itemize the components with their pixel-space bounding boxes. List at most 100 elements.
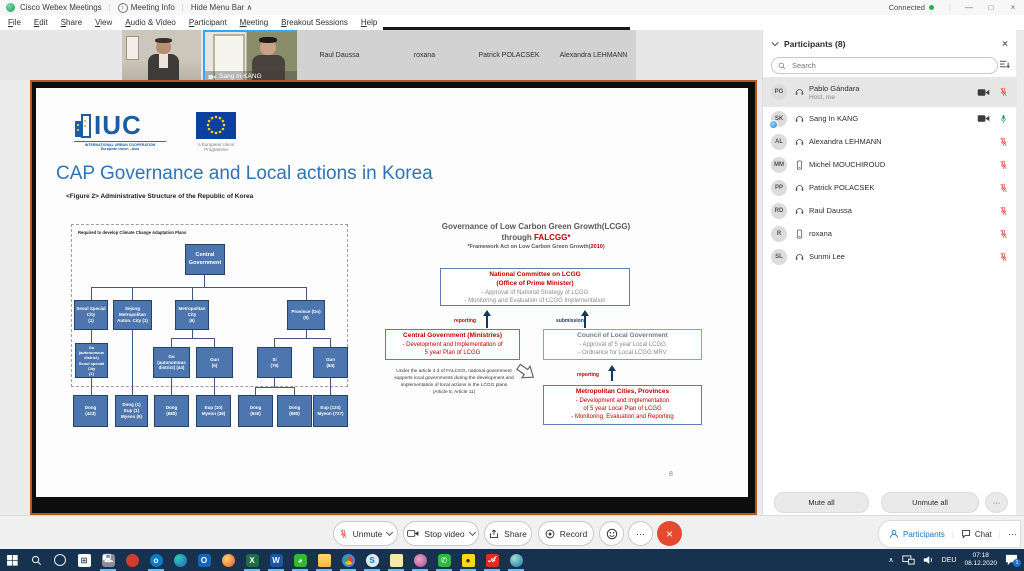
participant-row[interactable]: AL Alexandra LEHMANN	[763, 130, 1017, 153]
mic-muted-icon[interactable]	[999, 182, 1008, 194]
record-button[interactable]: Record	[538, 521, 594, 546]
menu-breakout-sessions[interactable]: Breakout Sessions	[281, 18, 348, 27]
mic-muted-icon[interactable]	[999, 228, 1008, 240]
avatar-initials: PG	[775, 89, 784, 95]
taskbar-icon-webex-teams[interactable]: o	[144, 549, 168, 571]
share-button[interactable]: Share	[484, 521, 532, 546]
taskbar-icon-whatsapp[interactable]: ✆	[432, 549, 456, 571]
taskbar-icon-word[interactable]: W	[264, 549, 288, 571]
chevron-down-icon[interactable]	[469, 529, 476, 536]
taskbar-icon-firefox[interactable]	[216, 549, 240, 571]
menu-participant[interactable]: Participant	[189, 18, 227, 27]
central-gov-title: Central Government (Ministries)	[386, 332, 519, 341]
taskbar-icon-remote-desktop[interactable]: 🖳	[96, 549, 120, 571]
participants-panel: Participants (8) × PG Pablo Gándara Host…	[762, 30, 1016, 515]
more-options-button[interactable]: ···	[628, 521, 653, 546]
camera-on-icon[interactable]	[977, 88, 990, 97]
stop-video-button[interactable]: Stop video	[403, 521, 479, 546]
taskbar-icon-acrobat[interactable]: 𝒜	[480, 549, 504, 571]
video-filmstrip: Sang In KANG Raul Daussa roxana Patrick …	[0, 30, 762, 80]
taskbar-icon-paint-3d[interactable]	[408, 549, 432, 571]
panel-more-button[interactable]: ···	[985, 492, 1008, 513]
tray-language-indicator[interactable]: DEU	[942, 557, 957, 564]
taskbar-icon-edge[interactable]	[168, 549, 192, 571]
participant-tile[interactable]: Raul Daussa	[297, 30, 383, 80]
hide-menu-bar-button[interactable]: Hide Menu Bar ∧	[191, 3, 252, 12]
mic-muted-icon[interactable]	[999, 251, 1008, 263]
org-box-gun-84: Gun (84)	[313, 347, 348, 378]
start-button[interactable]	[0, 549, 24, 571]
taskbar-icon-outlook[interactable]: O	[192, 549, 216, 571]
taskbar-search-button[interactable]	[24, 549, 48, 571]
participant-tile[interactable]: Alexandra LEHMANN	[551, 30, 637, 80]
search-box[interactable]	[771, 57, 998, 74]
avatar: PP	[771, 180, 787, 196]
menu-view[interactable]: View	[95, 18, 112, 27]
participant-tile[interactable]: roxana	[382, 30, 468, 80]
taskbar-icon-chrome[interactable]	[336, 549, 360, 571]
participant-row[interactable]: MM Michel MOUCHIROUD	[763, 153, 1017, 176]
panel-close-icon[interactable]: ×	[1002, 39, 1008, 50]
tray-network-icon[interactable]	[902, 555, 915, 565]
reactions-button[interactable]	[599, 521, 624, 546]
chevron-down-icon[interactable]	[771, 40, 779, 48]
menu-file[interactable]: File	[8, 18, 21, 27]
tray-chevron-up-icon[interactable]: ∧	[889, 556, 894, 564]
mute-all-button[interactable]: Mute all	[774, 492, 869, 513]
participant-row[interactable]: RD Raul Daussa	[763, 199, 1017, 222]
participants-toggle-button[interactable]: Participants	[889, 529, 945, 539]
participant-row[interactable]: R roxana	[763, 222, 1017, 245]
org-box-eup-10: Eup (10) Myeon (36)	[196, 395, 231, 427]
participant-tile[interactable]: Patrick POLACSEK	[467, 30, 552, 80]
unmute-button[interactable]: Unmute	[333, 521, 398, 546]
leave-meeting-button[interactable]: ×	[657, 521, 682, 546]
taskbar-icon-skype[interactable]: S	[360, 549, 384, 571]
menu-meeting[interactable]: Meeting	[240, 18, 268, 27]
avatar-initials: MM	[774, 162, 784, 168]
mic-muted-icon	[339, 528, 348, 540]
tray-speaker-icon[interactable]	[923, 555, 934, 565]
participant-row[interactable]: PP Patrick POLACSEK	[763, 176, 1017, 199]
menu-share[interactable]: Share	[61, 18, 82, 27]
taskbar-icon-kakaotalk[interactable]: ●	[456, 549, 480, 571]
tray-clock[interactable]: 07:18 08.12.2020	[964, 552, 997, 569]
taskbar-icon-wechat[interactable]: ◕	[288, 549, 312, 571]
chevron-down-icon[interactable]	[386, 529, 393, 536]
video-thumbnail-active-speaker[interactable]: Sang In KANG	[203, 30, 299, 84]
cortana-button[interactable]	[48, 549, 72, 571]
mic-muted-icon[interactable]	[999, 159, 1008, 171]
taskbar-icon-store[interactable]: ⊞	[72, 549, 96, 571]
search-input[interactable]	[790, 60, 964, 71]
taskbar-icon-sticky-notes[interactable]	[384, 549, 408, 571]
video-thumbnail-host[interactable]	[122, 30, 202, 80]
sort-icon[interactable]	[999, 59, 1010, 70]
participant-row[interactable]: SK Sang In KANG	[763, 107, 1017, 130]
reporting-label-2: reporting	[577, 372, 599, 378]
menu-edit[interactable]: Edit	[34, 18, 48, 27]
maximize-button[interactable]: □	[980, 3, 1002, 12]
avatar: MM	[771, 157, 787, 173]
org-box-gu-44: Gu (autonomous district) (44)	[153, 347, 190, 378]
minimize-button[interactable]: —	[958, 3, 980, 12]
mic-muted-icon[interactable]	[999, 86, 1008, 98]
participant-row[interactable]: SL Sunmi Lee	[763, 245, 1017, 268]
close-button[interactable]: ×	[1002, 3, 1024, 12]
mic-muted-icon[interactable]	[999, 136, 1008, 148]
mic-on-icon[interactable]	[999, 113, 1008, 125]
mute-all-label: Mute all	[808, 498, 834, 507]
notification-center-button[interactable]: 1	[1005, 554, 1018, 566]
metro-item3: - Monitoring, Evaluation and Reporting	[544, 413, 701, 421]
meeting-info-button[interactable]: Meeting Info	[131, 3, 175, 12]
chat-toggle-button[interactable]: Chat	[961, 529, 992, 539]
unmute-all-button[interactable]: Unmute all	[881, 492, 979, 513]
taskbar-icon-excel[interactable]: X	[240, 549, 264, 571]
taskbar-icon-webex[interactable]	[504, 549, 528, 571]
mic-muted-icon[interactable]	[999, 205, 1008, 217]
taskbar-icon-app-red[interactable]	[120, 549, 144, 571]
menu-audio-video[interactable]: Audio & Video	[125, 18, 176, 27]
camera-on-icon[interactable]	[977, 114, 990, 123]
participant-row[interactable]: PG Pablo Gándara Host, me	[763, 77, 1017, 107]
taskbar-icon-file-explorer[interactable]	[312, 549, 336, 571]
footer-more-button[interactable]: ···	[1008, 529, 1017, 539]
menu-help[interactable]: Help	[361, 18, 377, 27]
